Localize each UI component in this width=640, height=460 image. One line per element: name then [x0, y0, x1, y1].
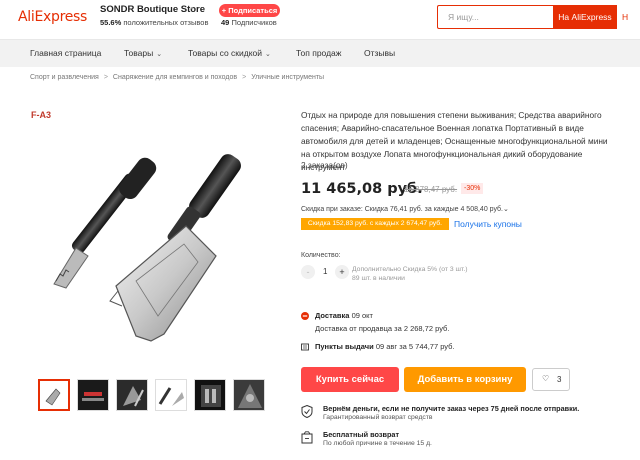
- delivery-alert-icon: [301, 312, 309, 320]
- old-price: 16 378,47 руб.: [404, 185, 458, 194]
- chevron-down-icon: ⌄: [156, 51, 163, 58]
- get-coupons-link[interactable]: Получить купоны: [454, 218, 522, 230]
- subscribers-count: 49 Подписчиков: [221, 18, 277, 27]
- quantity-note: Дополнительно Скидка 5% (от 3 шт.) 89 шт…: [352, 265, 467, 283]
- stock-note: 89 шт. в наличии: [352, 275, 405, 282]
- quantity-minus-button[interactable]: -: [301, 265, 315, 279]
- product-main-image[interactable]: [36, 116, 286, 366]
- quantity-value[interactable]: 1: [323, 267, 327, 276]
- search-extra[interactable]: Н: [622, 12, 628, 22]
- store-nav: Главная страница Товары ⌄ Товары со скидк…: [0, 39, 640, 67]
- pickup-row: Пункты выдачи 09 авг за 5 744,77 руб.: [301, 342, 501, 354]
- thumbnail-1[interactable]: [38, 379, 70, 411]
- shield-check-icon: [301, 405, 313, 418]
- nav-label: Отзывы: [364, 48, 396, 58]
- add-to-cart-button[interactable]: Добавить в корзину: [404, 367, 526, 392]
- wishlist-count: 3: [557, 375, 562, 384]
- discount-badge: -30%: [461, 183, 484, 194]
- nav-products[interactable]: Товары ⌄: [124, 48, 162, 58]
- product-title: Отдых на природе для повышения степени в…: [301, 110, 608, 172]
- guarantee-subtitle: Гарантированный возврат средств: [323, 414, 433, 421]
- guarantee-refund: Вернём деньги, если не получите заказ че…: [301, 404, 621, 426]
- store-name[interactable]: SONDR Boutique Store: [100, 4, 205, 15]
- delivery-date: 09 окт: [351, 311, 373, 320]
- breadcrumb-item[interactable]: Снаряжение для кемпингов и походов: [113, 74, 237, 81]
- thumbnail-5[interactable]: [194, 379, 226, 411]
- buy-now-button[interactable]: Купить сейчас: [301, 367, 399, 392]
- pickup-info: 09 авг за 5 744,77 руб.: [375, 342, 455, 351]
- breadcrumb-sep: >: [242, 74, 247, 81]
- rating-value: 55.6%: [100, 18, 122, 27]
- breadcrumb: Спорт и развлечения > Снаряжение для кемпи…: [30, 74, 324, 81]
- guarantee-subtitle: По любой причине в течение 15 д.: [323, 440, 432, 447]
- subscribe-button[interactable]: + Подписаться: [219, 4, 280, 17]
- quantity-label: Количество:: [301, 252, 341, 259]
- subscribers-number: 49: [221, 18, 230, 27]
- search-button[interactable]: На AliExpress: [553, 5, 617, 29]
- pickup-text: Пункты выдачи 09 авг за 5 744,77 руб.: [315, 342, 455, 351]
- guarantee-title: Бесплатный возврат: [323, 430, 400, 439]
- top-header: AliExpress SONDR Boutique Store • 55.6% …: [0, 0, 640, 38]
- subscribers-label: Подписчиков: [231, 18, 277, 27]
- nav-label: Товары со скидкой: [188, 48, 263, 58]
- product-gallery: F-A3: [28, 106, 284, 368]
- wishlist-button[interactable]: ♡ 3: [532, 368, 570, 391]
- search-input[interactable]: Я ищу...: [437, 5, 554, 29]
- chevron-down-icon: ⌄: [265, 51, 271, 58]
- order-discount[interactable]: Скидка при заказе: Скидка 76,41 руб. за …: [301, 205, 509, 213]
- orders-count: 2 заказа(ов): [301, 160, 348, 170]
- nav-label: Топ продаж: [296, 48, 342, 58]
- pickup-point-icon: [301, 343, 309, 351]
- nav-discounts[interactable]: Товары со скидкой ⌄: [188, 48, 271, 58]
- thumbnail-6[interactable]: [233, 379, 265, 411]
- breadcrumb-item[interactable]: Уличные инструменты: [251, 74, 324, 81]
- heart-icon: ♡: [542, 374, 550, 383]
- pickup-label: Пункты выдачи: [315, 342, 374, 351]
- delivery-from: Доставка от продавца за 2 268,72 руб.: [315, 324, 450, 333]
- return-box-icon: [301, 431, 313, 444]
- delivery-label: Доставка: [315, 311, 350, 320]
- breadcrumb-item[interactable]: Спорт и развлечения: [30, 74, 99, 81]
- guarantee-title: Вернём деньги, если не получите заказ че…: [323, 404, 580, 413]
- thumbnail-3[interactable]: [116, 379, 148, 411]
- delivery-text: Доставка 09 окт: [315, 311, 373, 320]
- store-dot: •: [191, 4, 194, 13]
- thumbnail-4[interactable]: [155, 379, 187, 411]
- guarantee-free-return: Бесплатный возврат По любой причине в те…: [301, 430, 621, 452]
- rating-label: положительных отзывов: [123, 18, 209, 27]
- breadcrumb-sep: >: [103, 74, 108, 81]
- nav-reviews[interactable]: Отзывы: [364, 48, 395, 58]
- nav-home[interactable]: Главная страница: [30, 48, 101, 58]
- nav-label: Товары: [124, 48, 154, 58]
- delivery-row: Доставка 09 окт Доставка от продавца за …: [301, 311, 501, 333]
- bulk-discount-note: Дополнительно Скидка 5% (от 3 шт.): [352, 266, 468, 273]
- quantity-plus-button[interactable]: +: [335, 265, 349, 279]
- aliexpress-logo[interactable]: AliExpress: [18, 9, 87, 25]
- nav-label: Главная страница: [30, 48, 102, 58]
- thumbnail-2[interactable]: [77, 379, 109, 411]
- store-rating: 55.6% положительных отзывов: [100, 18, 208, 27]
- coupon-tag: Скидка 152,83 руб. с каждых 2 674,47 руб…: [301, 218, 449, 230]
- nav-top-sales[interactable]: Топ продаж: [296, 48, 341, 58]
